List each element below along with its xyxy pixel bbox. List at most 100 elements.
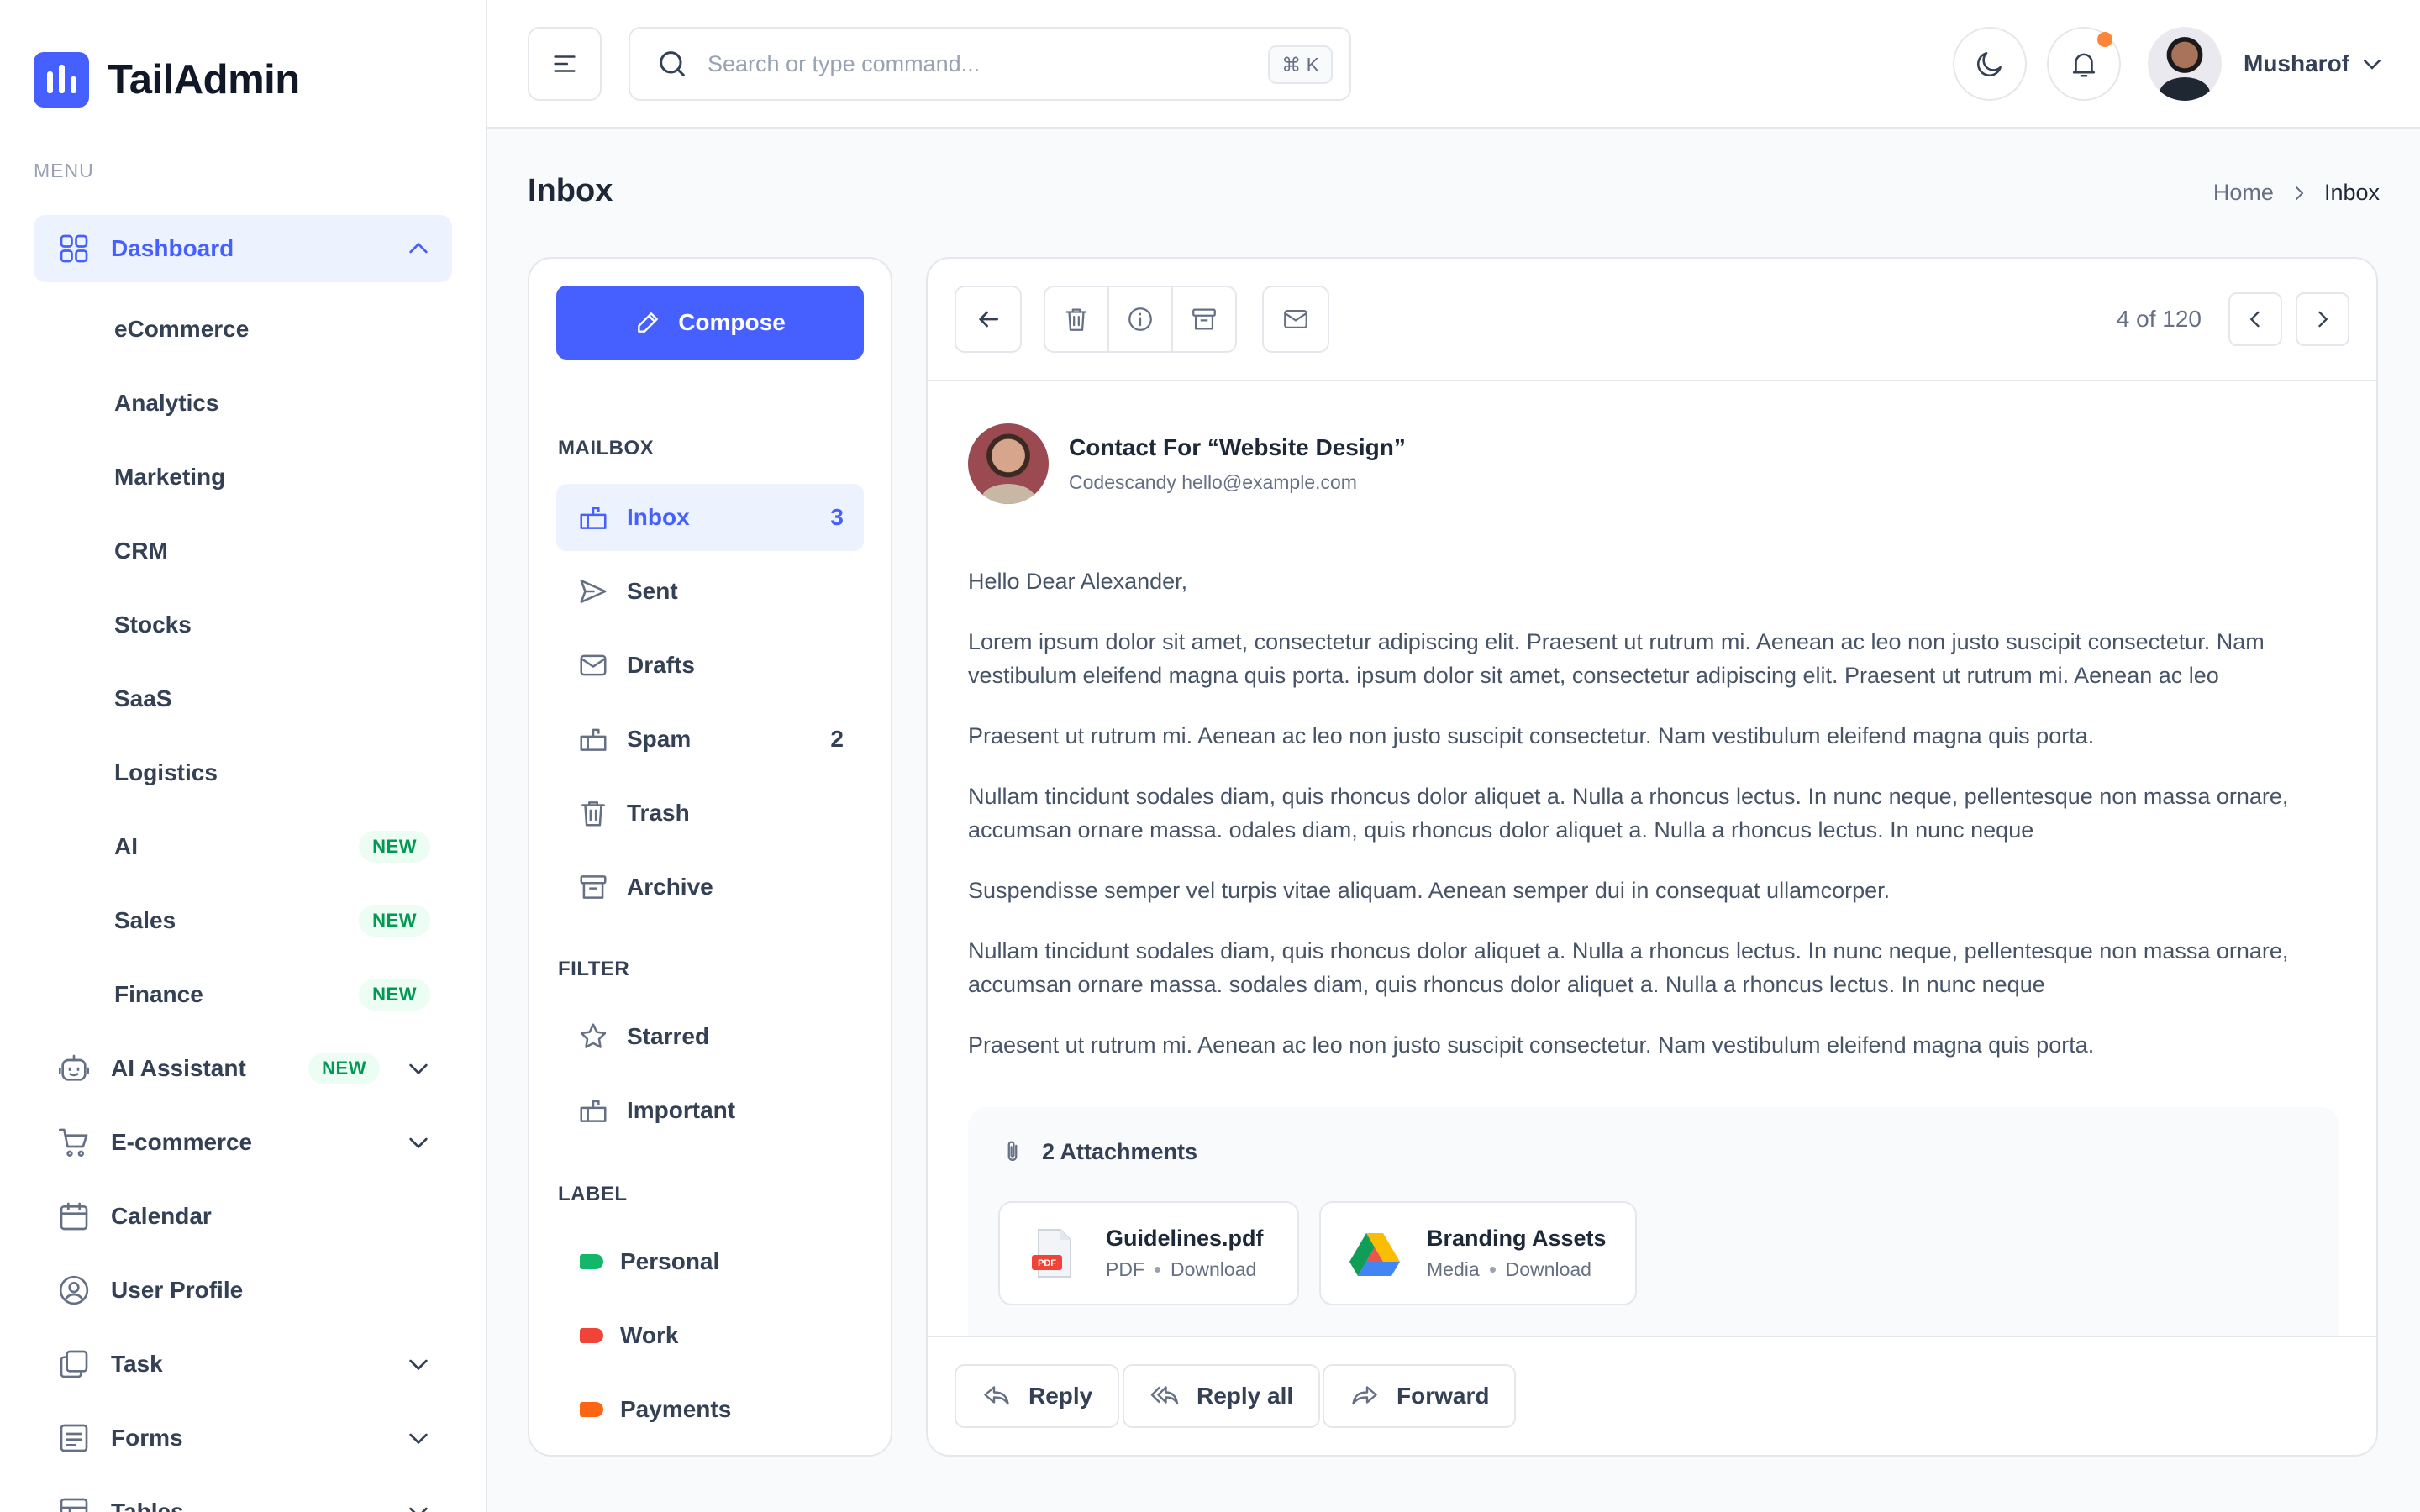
reply-all-button[interactable]: Reply all — [1123, 1364, 1321, 1428]
email-body: Hello Dear Alexander, Lorem ipsum dolor … — [968, 564, 2346, 1089]
sidebar-subitem-marketing[interactable]: Marketing — [114, 452, 434, 502]
paperclip-icon — [1007, 1141, 1018, 1162]
user-circle-icon — [55, 1272, 92, 1309]
sidebar-subitem-finance[interactable]: Finance NEW — [114, 969, 434, 1020]
email-greeting: Hello Dear Alexander, — [968, 569, 1188, 594]
compose-button[interactable]: Compose — [556, 286, 864, 360]
sidebar: TailAdmin MENU Dashboard eCommerce Analy… — [0, 0, 487, 1512]
mark-unread-button[interactable] — [1262, 286, 1329, 353]
folder-count: 3 — [830, 504, 844, 530]
previous-email-button[interactable] — [2228, 292, 2282, 346]
page-title: Inbox — [528, 173, 613, 208]
archive-icon — [1192, 308, 1216, 330]
folder-inbox[interactable]: Inbox 3 — [556, 484, 864, 551]
sidebar-toggle-button[interactable] — [528, 27, 602, 101]
avatar — [2148, 27, 2222, 101]
filter-important[interactable]: Important — [556, 1077, 864, 1144]
email-action-group — [1044, 286, 1237, 353]
sidebar-subitem-logistics[interactable]: Logistics — [114, 748, 434, 798]
attachment-card[interactable]: Branding Assets Media Download — [1319, 1201, 1637, 1305]
task-icon — [55, 1346, 92, 1383]
folder-label: Archive — [627, 874, 713, 900]
folder-trash[interactable]: Trash — [556, 780, 864, 847]
brand[interactable]: TailAdmin — [34, 52, 300, 108]
attachments-title: 2 Attachments — [1042, 1138, 1198, 1164]
delete-button[interactable] — [1044, 286, 1109, 353]
info-button[interactable] — [1107, 286, 1173, 353]
robot-icon — [55, 1050, 92, 1087]
attachment-download-link[interactable]: Download — [1506, 1258, 1591, 1281]
breadcrumb-home-link[interactable]: Home — [2213, 180, 2274, 206]
sidebar-item-label: Task — [111, 1351, 163, 1377]
sidebar-subitem-label: Sales — [114, 907, 176, 933]
folder-sent[interactable]: Sent — [556, 558, 864, 625]
chevron-down-icon — [409, 1137, 428, 1149]
cart-icon — [55, 1124, 92, 1161]
sidebar-item-calendar[interactable]: Calendar — [34, 1183, 452, 1250]
pdf-icon: PDF — [1032, 1229, 1071, 1278]
filter-starred[interactable]: Starred — [556, 1003, 864, 1070]
folder-archive[interactable]: Archive — [556, 853, 864, 921]
next-email-button[interactable] — [2296, 292, 2349, 346]
notifications-button[interactable] — [2047, 27, 2121, 101]
user-menu[interactable]: Musharof — [2148, 27, 2385, 101]
label-work[interactable]: Work — [556, 1302, 864, 1369]
forward-label: Forward — [1397, 1383, 1490, 1409]
new-badge: NEW — [359, 831, 430, 863]
sidebar-subitem-crm[interactable]: CRM — [114, 526, 434, 576]
theme-toggle-button[interactable] — [1953, 27, 2027, 101]
label-name: Payments — [620, 1396, 732, 1422]
sidebar-item-dashboard[interactable]: Dashboard — [34, 215, 452, 282]
brand-name: TailAdmin — [108, 57, 300, 102]
sidebar-subitem-analytics[interactable]: Analytics — [114, 378, 434, 428]
attachments-header: 2 Attachments — [998, 1137, 1197, 1166]
label-payments[interactable]: Payments — [556, 1376, 864, 1443]
sidebar-subitem-saas[interactable]: SaaS — [114, 674, 434, 724]
sidebar-item-ecommerce[interactable]: E-commerce — [34, 1109, 452, 1176]
folder-count: 2 — [830, 726, 844, 752]
trash-icon — [1065, 308, 1087, 331]
label-name: Work — [620, 1322, 679, 1348]
sidebar-item-tables[interactable]: Tables — [34, 1478, 452, 1512]
sidebar-subitem-ai[interactable]: AI NEW — [114, 822, 434, 872]
chevron-right-icon — [2295, 186, 2304, 200]
star-icon — [576, 1020, 610, 1053]
sidebar-subitem-label: Stocks — [114, 612, 192, 638]
archive-button[interactable] — [1171, 286, 1237, 353]
back-button[interactable] — [955, 286, 1022, 353]
calendar-icon — [55, 1198, 92, 1235]
label-personal[interactable]: Personal — [556, 1228, 864, 1295]
folder-spam[interactable]: Spam 2 — [556, 706, 864, 773]
attachment-type: PDF — [1106, 1258, 1144, 1280]
sidebar-subitem-sales[interactable]: Sales NEW — [114, 895, 434, 946]
tag-icon — [580, 1402, 603, 1417]
email-toolbar: 4 of 120 — [928, 259, 2376, 381]
sidebar-item-task[interactable]: Task — [34, 1331, 452, 1398]
sidebar-subitem-label: Marketing — [114, 464, 226, 490]
email-paragraph: Lorem ipsum dolor sit amet, consectetur … — [968, 629, 2265, 688]
sidebar-item-ai-assistant[interactable]: AI Assistant NEW — [34, 1035, 452, 1102]
search-input[interactable] — [708, 50, 1245, 77]
sidebar-item-user-profile[interactable]: User Profile — [34, 1257, 452, 1324]
label-name: Personal — [620, 1248, 720, 1274]
sidebar-item-forms[interactable]: Forms — [34, 1404, 452, 1472]
reply-all-icon — [1150, 1386, 1179, 1405]
mail-icon — [1284, 309, 1307, 329]
attachment-name: Guidelines.pdf — [1106, 1226, 1264, 1251]
forward-button[interactable]: Forward — [1323, 1364, 1517, 1428]
sidebar-subitem-stocks[interactable]: Stocks — [114, 600, 434, 650]
attachment-card[interactable]: PDF Guidelines.pdf PDF Download — [998, 1201, 1299, 1305]
pencil-icon — [638, 312, 659, 333]
reply-button[interactable]: Reply — [955, 1364, 1120, 1428]
search-icon — [660, 51, 685, 76]
forward-icon — [1352, 1386, 1377, 1405]
search-bar[interactable]: ⌘ K — [629, 27, 1351, 101]
attachment-download-link[interactable]: Download — [1171, 1258, 1256, 1281]
folder-drafts[interactable]: Drafts — [556, 632, 864, 699]
email-sender: Contact For “Website Design” Codescandy … — [968, 423, 1406, 504]
new-badge: NEW — [359, 905, 430, 937]
sidebar-subitem-ecommerce[interactable]: eCommerce — [114, 304, 434, 354]
email-paragraph: Praesent ut rutrum mi. Aenean ac leo non… — [968, 1032, 2095, 1058]
email-paragraph: Nullam tincidunt sodales diam, quis rhon… — [968, 938, 2289, 997]
filter-label: Important — [627, 1097, 736, 1123]
